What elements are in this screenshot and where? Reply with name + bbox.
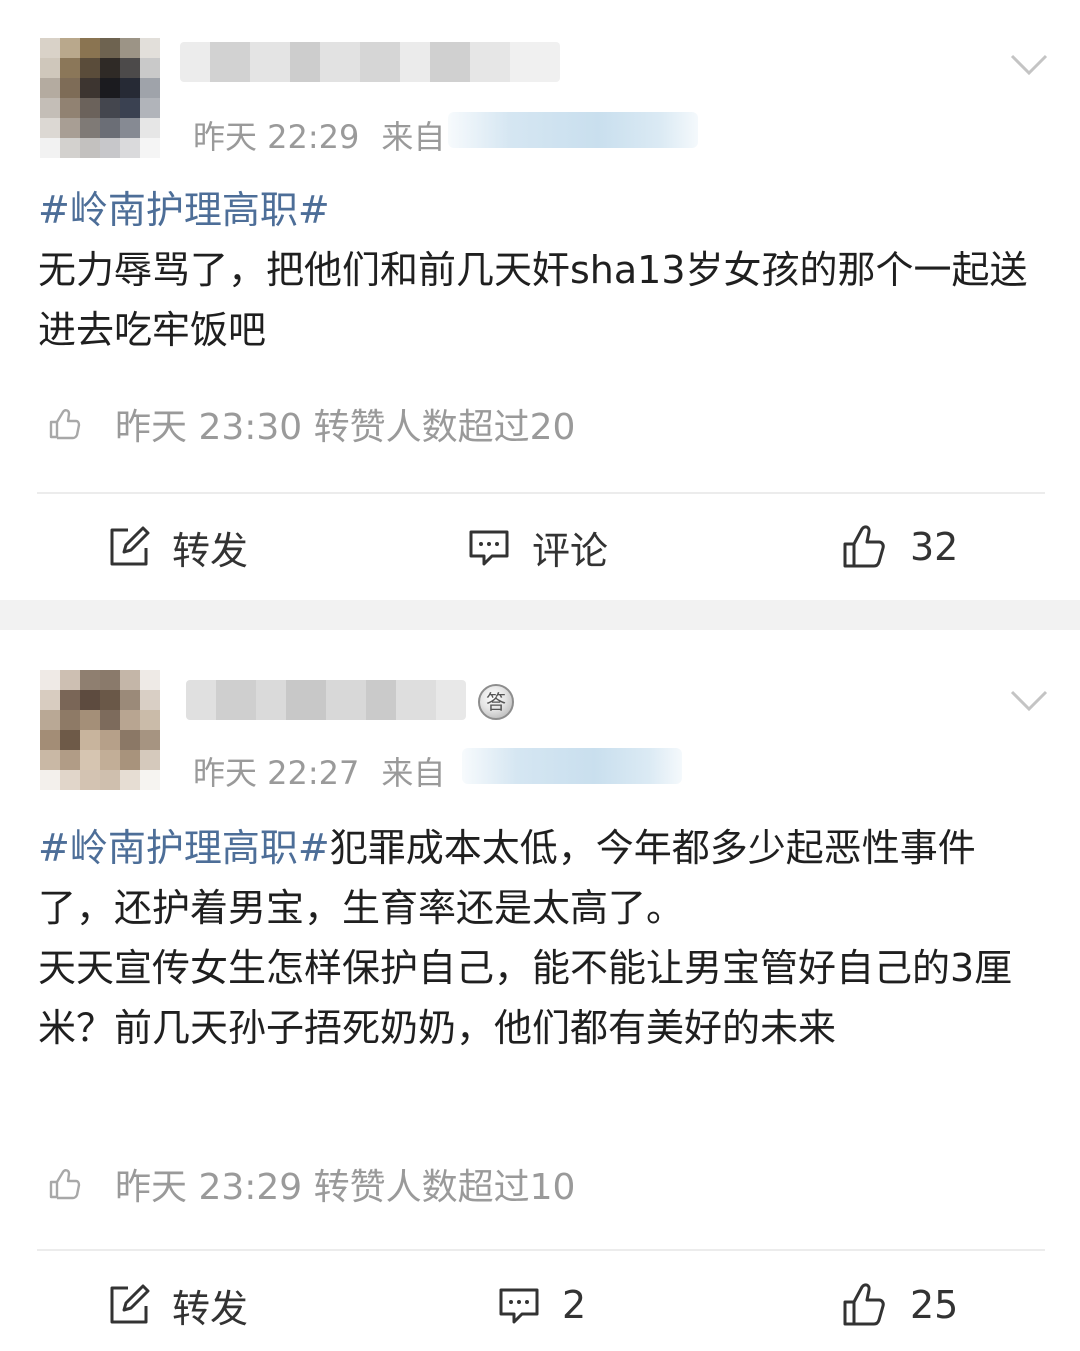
share-edit-icon bbox=[110, 1284, 150, 1324]
repost-button[interactable]: 转发 bbox=[108, 512, 248, 582]
liked-info: 昨天 23:29 转赞人数超过10 bbox=[45, 1158, 575, 1210]
like-button[interactable]: 32 bbox=[842, 512, 958, 582]
divider bbox=[37, 492, 1045, 494]
repost-label: 转发 bbox=[172, 528, 249, 573]
post-separator bbox=[0, 600, 1080, 630]
post-time: 昨天 22:27 bbox=[193, 754, 360, 792]
share-edit-icon bbox=[110, 526, 150, 566]
repost-label: 转发 bbox=[172, 1286, 249, 1331]
thumbs-up-outline-icon bbox=[49, 1169, 81, 1200]
comment-button[interactable]: 评论 bbox=[468, 512, 608, 582]
hashtag-link[interactable]: #岭南护理高职# bbox=[38, 188, 330, 232]
repost-button[interactable]: 转发 bbox=[108, 1270, 248, 1340]
weibo-post-2: 答 昨天 22:27 来自 #岭南护理高职#犯罪成本太低，今年都多少起恶性事件了，… bbox=[0, 630, 1080, 1351]
liked-info: 昨天 23:30 转赞人数超过20 bbox=[45, 398, 575, 450]
divider bbox=[37, 1249, 1045, 1251]
like-count: 32 bbox=[910, 525, 959, 569]
answer-badge-icon[interactable]: 答 bbox=[478, 684, 514, 720]
liked-text: 昨天 23:30 转赞人数超过20 bbox=[115, 407, 576, 448]
thumbs-up-outline-icon bbox=[49, 409, 81, 440]
post-source-redacted[interactable] bbox=[462, 748, 682, 784]
avatar[interactable] bbox=[40, 670, 160, 790]
action-bar: 转发 评论 32 bbox=[0, 512, 1080, 582]
weibo-post-1: 昨天 22:29 来自 #岭南护理高职# 无力辱骂了，把他们和前几天奸sha13岁… bbox=[0, 0, 1080, 600]
chevron-down-icon[interactable] bbox=[1008, 44, 1050, 86]
comment-button[interactable]: 2 bbox=[498, 1270, 586, 1340]
post-source-label: 来自 bbox=[381, 118, 446, 156]
thumbs-up-icon bbox=[843, 525, 885, 568]
like-count: 25 bbox=[910, 1283, 959, 1327]
hashtag-link[interactable]: #岭南护理高职# bbox=[38, 826, 330, 870]
like-button[interactable]: 25 bbox=[842, 1270, 958, 1340]
post-source-label: 来自 bbox=[381, 754, 446, 792]
comment-label: 评论 bbox=[532, 528, 609, 573]
post-text-2: 天天宣传女生怎样保护自己，能不能让男宝管好自己的3厘米？前几天孙子捂死奶奶，他们… bbox=[38, 946, 1013, 1050]
username-redacted[interactable] bbox=[186, 680, 466, 720]
liked-text: 昨天 23:29 转赞人数超过10 bbox=[115, 1167, 576, 1208]
action-bar: 转发 2 25 bbox=[0, 1270, 1080, 1340]
comment-bubble-icon bbox=[469, 530, 509, 566]
avatar[interactable] bbox=[40, 38, 160, 158]
post-time: 昨天 22:29 bbox=[193, 118, 360, 156]
chevron-down-icon[interactable] bbox=[1008, 680, 1050, 722]
post-content: #岭南护理高职# 无力辱骂了，把他们和前几天奸sha13岁女孩的那个一起送进去吃… bbox=[38, 180, 1048, 360]
comment-bubble-icon bbox=[499, 1288, 539, 1324]
badge-label: 答 bbox=[486, 690, 506, 714]
post-meta: 昨天 22:29 来自 bbox=[193, 112, 445, 158]
username-redacted[interactable] bbox=[180, 42, 560, 82]
thumbs-up-icon bbox=[843, 1283, 885, 1326]
post-source-redacted[interactable] bbox=[448, 112, 698, 148]
post-content: #岭南护理高职#犯罪成本太低，今年都多少起恶性事件了，还护着男宝，生育率还是太高… bbox=[38, 818, 1048, 1058]
post-text: 无力辱骂了，把他们和前几天奸sha13岁女孩的那个一起送进去吃牢饭吧 bbox=[38, 248, 1028, 352]
comment-count: 2 bbox=[562, 1283, 587, 1327]
post-meta: 昨天 22:27 来自 bbox=[193, 748, 445, 794]
